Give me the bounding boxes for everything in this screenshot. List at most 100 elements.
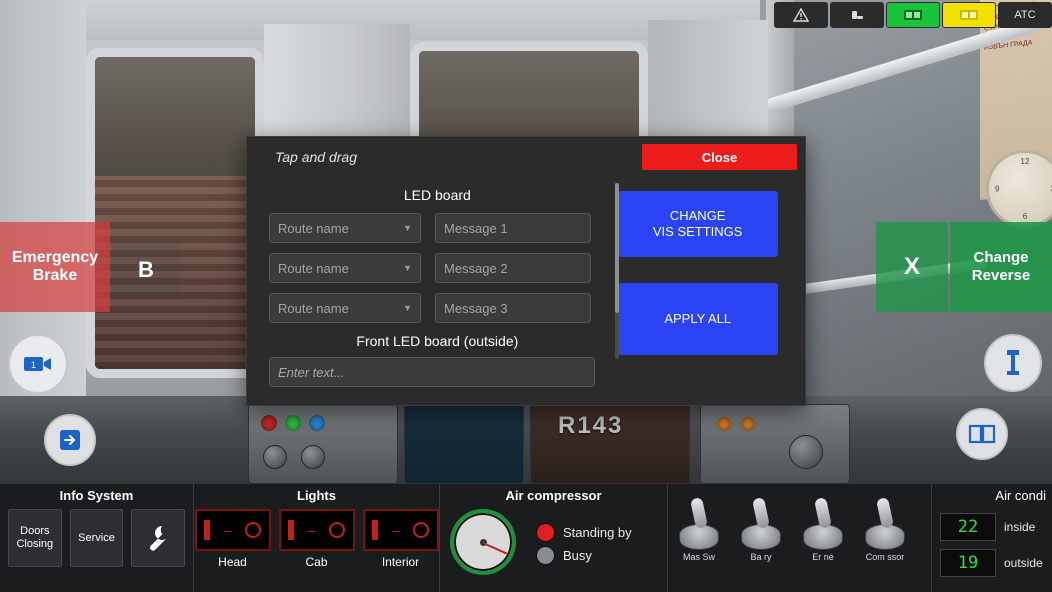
led-board-dialog[interactable]: Tap and drag Close LED board Route name …	[246, 136, 806, 406]
info-button[interactable]	[984, 334, 1042, 392]
emergency-brake-button[interactable]: Emergency Brake	[0, 222, 110, 312]
ac-outside-readout: 19 outside	[940, 549, 1052, 577]
change-vis-line2: VIS SETTINGS	[652, 224, 743, 239]
switch-master-label: Mas Sw	[682, 552, 715, 562]
status-topbar: ATC	[774, 2, 1052, 28]
light-label-interior: Interior	[381, 555, 420, 569]
light-circle-icon	[329, 522, 346, 538]
driver-console	[0, 396, 1052, 496]
info-system-section: Info System Doors Closing Service	[0, 484, 194, 592]
locomotive-id: R143	[558, 412, 624, 439]
change-vis-line1: CHANGE	[669, 207, 726, 223]
brake-indicator[interactable]: B	[112, 240, 180, 300]
light-control-interior[interactable]: – Interior	[362, 509, 439, 569]
door-yellow-icon[interactable]	[942, 2, 996, 28]
message-input-3[interactable]: Message 3	[435, 293, 591, 323]
ac-inside-value: 22	[940, 513, 996, 541]
light-dash-icon: –	[307, 522, 316, 538]
change-reverse-line2: Reverse	[971, 267, 1031, 284]
info-system-title: Info System	[59, 488, 134, 503]
led-row-1: Route name ▼ Message 1	[269, 213, 606, 243]
light-label-head: Head	[218, 555, 247, 569]
light-control-head[interactable]: – Head	[194, 509, 271, 569]
ac-inside-readout: 22 inside	[940, 513, 1052, 541]
atc-indicator[interactable]: ATC	[998, 2, 1052, 28]
switch-compressor[interactable]: Com ssor	[854, 497, 916, 562]
drag-hint-label: Tap and drag	[275, 149, 357, 165]
lights-buttons: – Head – Cab – Interior	[194, 503, 439, 569]
close-button[interactable]: Close	[642, 144, 797, 170]
route-name-select-2-value: Route name	[278, 260, 349, 276]
ac-inside-label: inside	[1004, 520, 1036, 534]
dialog-header[interactable]: Tap and drag Close	[247, 137, 805, 177]
doors-closing-button[interactable]: Doors Closing	[8, 509, 62, 567]
seat-icon[interactable]	[830, 2, 884, 28]
settings-wrench-button[interactable]	[131, 509, 186, 567]
light-dash-icon: –	[223, 522, 232, 538]
light-box-cab[interactable]: –	[278, 509, 355, 551]
gauge-hub	[479, 538, 487, 546]
compressor-state-busy[interactable]: Busy	[536, 546, 632, 565]
light-box-interior[interactable]: –	[362, 509, 439, 551]
windshield-left	[86, 48, 264, 378]
switch-engine-label: Er ne	[812, 552, 834, 562]
switch-battery[interactable]: Ba ry	[730, 497, 792, 562]
emergency-brake-label-line2: Brake	[32, 267, 78, 284]
door-enter-icon	[60, 430, 80, 450]
light-control-cab[interactable]: – Cab	[278, 509, 355, 569]
light-circle-icon	[413, 522, 430, 538]
switch-engine[interactable]: Er ne	[792, 497, 854, 562]
status-dot-on-icon	[536, 523, 555, 542]
door-green-icon[interactable]	[886, 2, 940, 28]
doors-closing-line2: Closing	[16, 538, 54, 550]
door-toggle-button[interactable]	[44, 414, 96, 466]
air-pressure-gauge	[450, 509, 516, 575]
compressor-state-standing-by[interactable]: Standing by	[536, 523, 632, 542]
air-conditioning-section: Air condi 22 inside 19 outside	[932, 484, 1052, 592]
front-led-title: Front LED board (outside)	[356, 333, 519, 349]
status-dot-off-icon	[536, 546, 555, 565]
console-panel-right	[700, 404, 850, 484]
change-reverse-button[interactable]: Change Reverse	[950, 222, 1052, 312]
compressor-busy-label: Busy	[563, 548, 592, 563]
horn-x-button[interactable]: X	[876, 222, 948, 312]
service-button[interactable]: Service	[69, 509, 124, 567]
message-input-1[interactable]: Message 1	[435, 213, 591, 243]
timetable-button[interactable]	[956, 408, 1008, 460]
book-icon	[968, 424, 996, 444]
light-bar-icon	[203, 520, 210, 540]
warning-triangle-icon[interactable]	[774, 2, 828, 28]
led-row-3: Route name ▼ Message 3	[269, 293, 606, 323]
route-name-select-1[interactable]: Route name ▼	[269, 213, 421, 243]
led-row-2: Route name ▼ Message 2	[269, 253, 606, 283]
wrench-icon	[150, 526, 167, 551]
info-system-buttons: Doors Closing Service	[0, 503, 193, 567]
change-reverse-line1: Change	[973, 249, 1029, 266]
light-box-head[interactable]: –	[194, 509, 271, 551]
front-led-input[interactable]: Enter text...	[269, 357, 595, 387]
message-input-2[interactable]: Message 2	[435, 253, 591, 283]
switch-compressor-label: Com ssor	[865, 552, 905, 562]
apply-all-button[interactable]: APPLY ALL	[617, 283, 778, 355]
light-bar-icon	[287, 520, 294, 540]
air-conditioning-title: Air condi	[995, 488, 1046, 503]
change-vis-settings-button[interactable]: CHANGE VIS SETTINGS	[617, 191, 778, 257]
compressor-standing-by-label: Standing by	[563, 525, 632, 540]
doors-closing-line1: Doors	[20, 525, 50, 538]
dialog-scrollbar-thumb[interactable]	[615, 183, 619, 313]
emergency-brake-label-line1: Emergency	[11, 248, 99, 266]
info-icon	[1007, 350, 1019, 375]
ac-outside-value: 19	[940, 549, 996, 577]
camera-button[interactable]: 1	[8, 334, 68, 394]
dialog-actions: CHANGE VIS SETTINGS APPLY ALL	[617, 177, 805, 407]
cab-control-bar: Info System Doors Closing Service Lights	[0, 484, 1052, 592]
led-board-section: LED board Route name ▼ Message 1 Route n…	[247, 177, 618, 407]
route-name-select-2[interactable]: Route name ▼	[269, 253, 421, 283]
switch-battery-label: Ba ry	[750, 552, 772, 562]
dialog-scrollbar[interactable]	[615, 183, 619, 359]
switch-master[interactable]: Mas Sw	[668, 497, 730, 562]
route-name-select-3[interactable]: Route name ▼	[269, 293, 421, 323]
route-name-select-1-value: Route name	[278, 220, 349, 236]
led-board-title: LED board	[403, 187, 471, 203]
light-bar-icon	[371, 520, 378, 540]
